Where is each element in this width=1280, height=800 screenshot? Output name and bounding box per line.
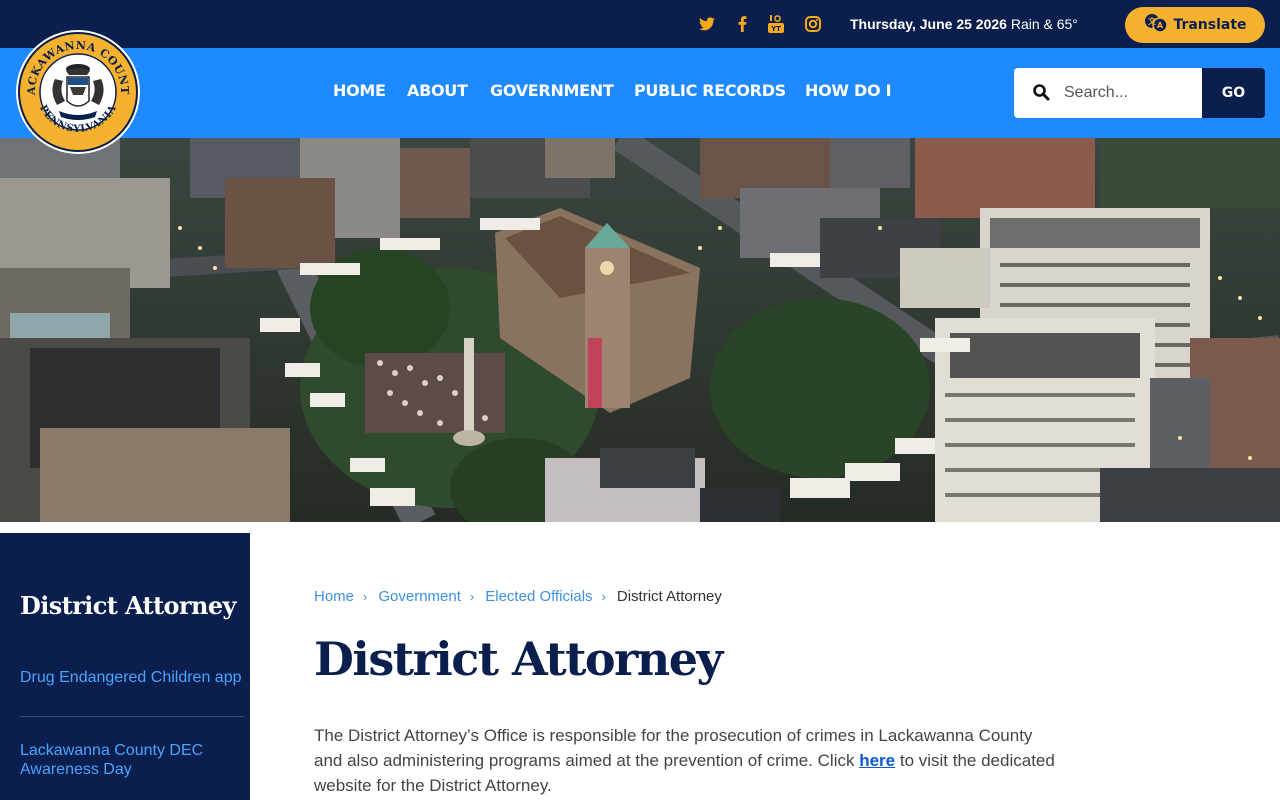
translate-icon: 文A (1143, 13, 1169, 37)
search-go-button[interactable]: GO (1202, 68, 1265, 118)
instagram-icon[interactable] (803, 14, 823, 34)
facebook-icon[interactable] (732, 14, 752, 34)
sidebar-link-drug-endangered-children[interactable]: Drug Endangered Children app (20, 668, 244, 687)
translate-label: Translate (1173, 17, 1247, 33)
svg-text:A: A (1157, 21, 1164, 30)
intro-paragraph: The District Attorney’s Office is respon… (314, 723, 1064, 798)
weather-text: Rain & 65° (1010, 16, 1078, 32)
nav-government[interactable]: GOVERNMENT (490, 80, 614, 102)
sidebar-divider (20, 716, 244, 717)
search-icon (1032, 83, 1052, 103)
breadcrumb: Home › Government › Elected Officials › … (314, 586, 722, 606)
twitter-icon[interactable] (697, 14, 717, 34)
translate-button[interactable]: 文A Translate (1125, 7, 1265, 43)
sidebar: District Attorney Drug Endangered Childr… (0, 533, 250, 800)
main-navigation: HOME ABOUT GOVERNMENT PUBLIC RECORDS HOW… (0, 48, 1280, 138)
sidebar-title: District Attorney (20, 591, 236, 620)
svg-text:YT: YT (770, 25, 781, 33)
chevron-right-icon: › (363, 588, 368, 604)
youtube-icon[interactable]: YT (766, 14, 786, 34)
search-container (1014, 68, 1202, 118)
nav-home[interactable]: HOME (333, 80, 386, 102)
breadcrumb-home[interactable]: Home (314, 588, 354, 605)
sidebar-link-dec-awareness-day[interactable]: Lackawanna County DEC Awareness Day (20, 741, 244, 779)
nav-about[interactable]: ABOUT (407, 80, 468, 102)
district-attorney-website-link[interactable]: here (859, 751, 895, 770)
page-title: District Attorney (314, 632, 723, 686)
top-utility-bar: YT Thursday, June 25 2026 Rain & 65° 文A … (0, 0, 1280, 48)
search-input[interactable] (1064, 84, 1194, 102)
current-date: Thursday, June 25 2026 (850, 16, 1007, 32)
nav-how-do-i[interactable]: HOW DO I (805, 80, 892, 102)
chevron-right-icon: › (469, 588, 475, 604)
hero-aerial-city-image (0, 138, 1280, 522)
date-weather: Thursday, June 25 2026 Rain & 65° (850, 14, 1078, 34)
chevron-right-icon: › (601, 588, 606, 604)
svg-text:文: 文 (1148, 16, 1157, 26)
breadcrumb-government[interactable]: Government (378, 588, 461, 605)
nav-public-records[interactable]: PUBLIC RECORDS (634, 80, 786, 102)
breadcrumb-current: District Attorney (616, 587, 722, 605)
breadcrumb-elected-officials[interactable]: Elected Officials (485, 588, 592, 605)
county-seal-logo[interactable]: LACKAWANNA COUNTY PENNSYLVANIA (10, 19, 141, 155)
